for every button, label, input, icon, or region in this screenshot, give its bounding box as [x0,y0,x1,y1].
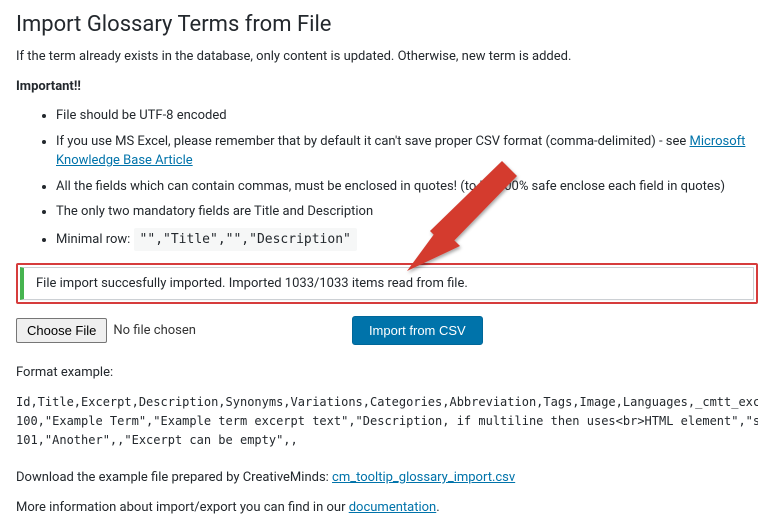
download-text: Download the example file prepared by Cr… [16,470,332,485]
download-example-link[interactable]: cm_tooltip_glossary_import.csv [332,470,515,485]
more-info-line: More information about import/export you… [16,498,758,518]
list-item: File should be UTF-8 encoded [56,106,758,126]
list-item-text: If you use MS Excel, please remember tha… [56,134,690,149]
important-label: Important!! [16,79,81,94]
list-item: The only two mandatory fields are Title … [56,202,758,222]
page-title: Import Glossary Terms from File [16,12,758,37]
format-example-label: Format example: [16,363,758,383]
minimal-row-label: Minimal row: [56,232,134,247]
choose-file-button[interactable]: Choose File [16,318,107,343]
list-item: All the fields which can contain commas,… [56,177,758,197]
more-info-text: More information about import/export you… [16,500,349,515]
download-line: Download the example file prepared by Cr… [16,468,758,488]
no-file-chosen-text: No file chosen [113,323,196,338]
documentation-link[interactable]: documentation [349,500,437,515]
format-example-block: Id,Title,Excerpt,Description,Synonyms,Va… [16,393,758,451]
more-info-period: . [436,500,439,515]
import-from-csv-button[interactable]: Import from CSV [352,316,483,345]
list-item: If you use MS Excel, please remember tha… [56,132,758,171]
important-list: File should be UTF-8 encoded If you use … [16,106,758,251]
minimal-row-code: "","Title","","Description" [134,228,357,252]
list-item: Minimal row: "","Title","","Description" [56,228,758,252]
success-notice: File import succesfully imported. Import… [20,267,754,300]
highlight-box: File import succesfully imported. Import… [16,263,758,304]
intro-text: If the term already exists in the databa… [16,47,758,67]
file-upload-row: Choose File No file chosen Import from C… [16,316,758,345]
